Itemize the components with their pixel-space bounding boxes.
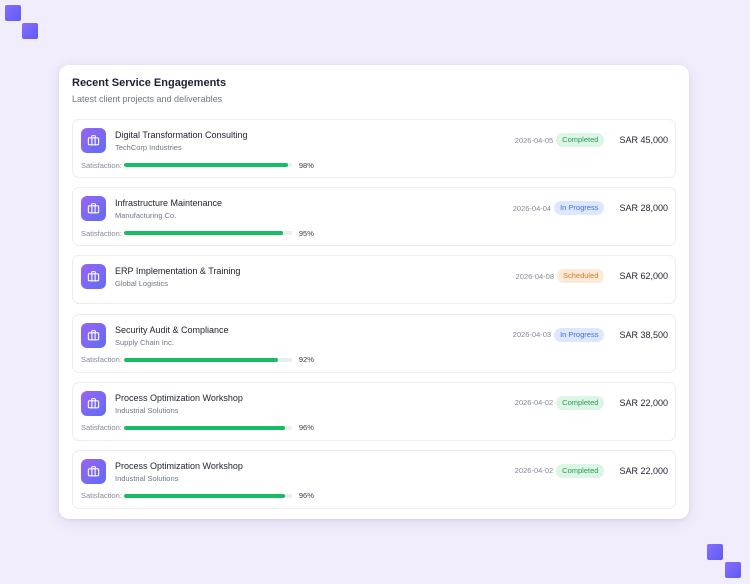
engagement-client: Manufacturing Co. [115,211,177,221]
satisfaction-label: Satisfaction: [81,423,122,433]
satisfaction-bar-fill [123,357,279,362]
engagement-title: Digital Transformation Consulting [115,130,248,140]
engagement-item[interactable]: ERP Implementation & Training Global Log… [72,255,676,305]
engagement-title: Process Optimization Workshop [115,392,243,403]
card-subtitle: Latest client projects and deliverables [72,94,223,104]
satisfaction-label: Satisfaction: [81,355,122,365]
satisfaction-bar [123,163,292,167]
status-badge: Completed [556,133,605,147]
satisfaction-row: Satisfaction: 95% [81,228,314,238]
satisfaction-bar-fill [123,493,286,498]
engagement-item[interactable]: Infrastructure Maintenance Manufacturing… [72,187,676,247]
engagement-meta: 2026-04-02 Completed SAR 22,000 [514,463,668,478]
engagement-item[interactable]: Process Optimization Workshop Industrial… [72,449,676,509]
satisfaction-row: Satisfaction: 98% [81,160,314,170]
engagement-date: 2026-04-02 [514,466,554,476]
service-engagements-card: Recent Service Engagements Latest client… [59,65,689,519]
engagement-client: TechCorp Industries [115,143,182,152]
satisfaction-bar-fill [123,425,286,430]
engagement-date: 2026-04-02 [514,398,554,408]
engagement-amount: SAR 62,000 [619,271,668,282]
decorative-square [22,23,38,39]
engagement-client: Industrial Solutions [115,405,179,415]
engagement-item[interactable]: Process Optimization Workshop Industrial… [72,381,676,441]
satisfaction-row: Satisfaction: 96% [81,423,314,433]
satisfaction-bar [123,231,292,236]
engagement-amount: SAR 28,000 [619,203,668,214]
satisfaction-bar-fill [123,231,284,236]
engagement-date: 2026-04-08 [515,271,554,281]
engagement-title: Security Audit & Compliance [115,324,229,335]
engagement-client: Supply Chain Inc. [115,337,174,347]
engagement-client: Global Logistics [115,279,168,289]
satisfaction-percent: 96% [298,491,314,501]
engagement-item[interactable]: Security Audit & Compliance Supply Chain… [72,313,676,373]
engagement-meta: 2026-04-02 Completed SAR 22,000 [514,395,668,410]
decorative-square [725,562,741,578]
satisfaction-bar-fill [123,163,289,167]
briefcase-icon [81,128,106,153]
satisfaction-percent: 96% [298,423,314,433]
status-badge: Scheduled [557,269,605,284]
satisfaction-label: Satisfaction: [81,228,122,238]
engagement-meta: 2026-04-08 Scheduled SAR 62,000 [515,269,668,284]
engagement-date: 2026-04-05 [514,135,554,145]
engagement-item[interactable]: Digital Transformation Consulting TechCo… [72,119,676,178]
briefcase-icon [81,322,106,348]
satisfaction-percent: 92% [298,355,314,365]
engagement-client: Industrial Solutions [115,473,179,483]
satisfaction-row: Satisfaction: 96% [81,491,314,501]
engagement-amount: SAR 22,000 [619,397,668,408]
engagement-amount: SAR 45,000 [619,135,668,145]
decorative-square [5,5,21,21]
engagement-date: 2026-04-03 [512,330,552,340]
satisfaction-bar [123,425,292,430]
satisfaction-row: Satisfaction: 92% [81,355,314,365]
satisfaction-bar [123,357,292,362]
briefcase-icon [81,458,106,484]
engagement-title: Infrastructure Maintenance [115,198,223,209]
engagement-title: Process Optimization Workshop [115,460,243,471]
satisfaction-label: Satisfaction: [81,160,122,170]
engagement-list: Digital Transformation Consulting TechCo… [72,119,676,518]
status-badge: In Progress [554,327,605,342]
engagement-date: 2026-04-04 [512,203,552,213]
briefcase-icon [81,264,106,290]
briefcase-icon [81,390,106,416]
engagement-title: ERP Implementation & Training [115,266,241,277]
satisfaction-bar [123,493,292,498]
engagement-amount: SAR 38,500 [619,329,668,340]
engagement-amount: SAR 22,000 [619,465,668,476]
satisfaction-label: Satisfaction: [81,491,122,501]
satisfaction-percent: 98% [298,160,314,170]
status-badge: In Progress [554,201,605,216]
satisfaction-percent: 95% [298,228,314,238]
decorative-square [707,544,723,560]
status-badge: Completed [556,395,605,410]
engagement-meta: 2026-04-04 In Progress SAR 28,000 [512,201,668,216]
engagement-meta: 2026-04-05 Completed SAR 45,000 [515,133,668,147]
engagement-meta: 2026-04-03 In Progress SAR 38,500 [512,327,668,342]
status-badge: Completed [556,463,605,478]
briefcase-icon [81,196,106,222]
card-title: Recent Service Engagements [72,77,227,89]
